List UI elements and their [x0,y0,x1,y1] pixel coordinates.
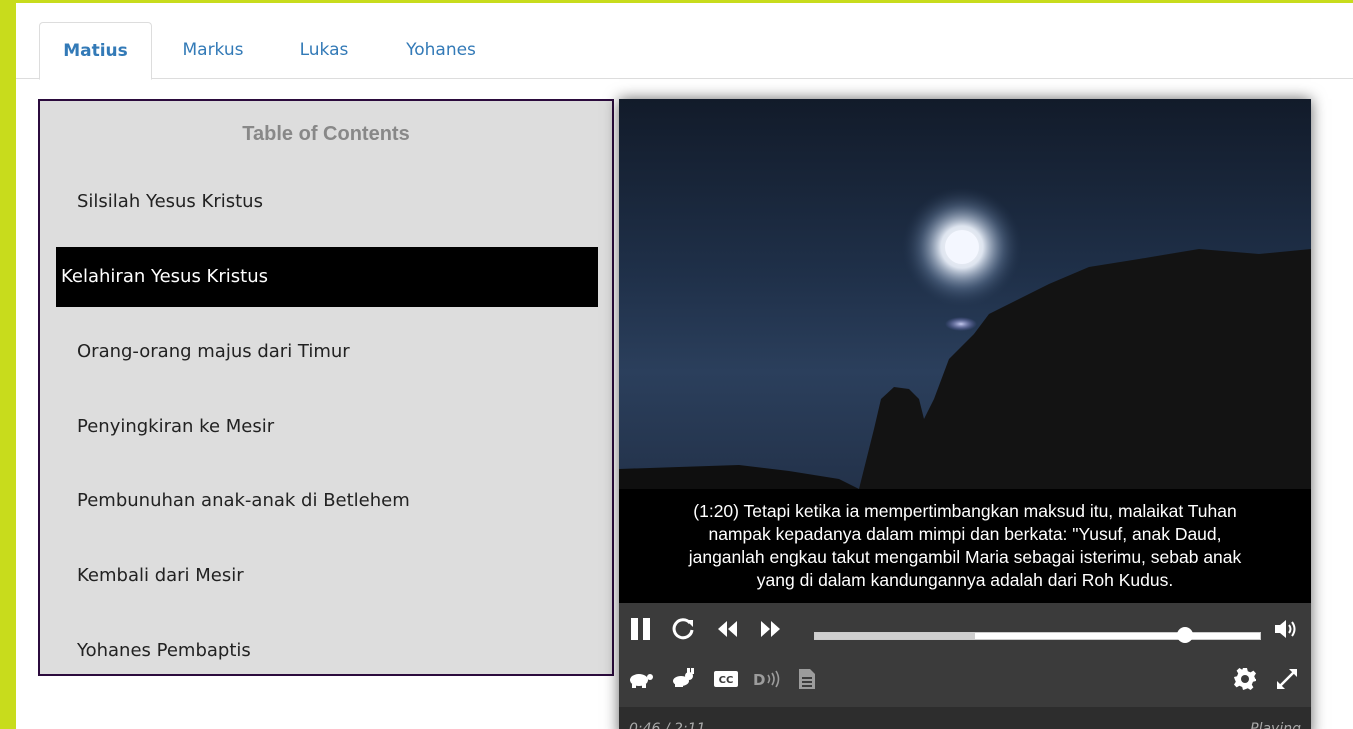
seek-handle[interactable] [1177,627,1193,643]
player-controls: CC D [619,603,1311,707]
transcript-icon [799,669,815,689]
turtle-icon [630,674,653,688]
video-frame[interactable] [619,99,1311,489]
audio-description-button[interactable]: D [751,665,785,693]
tab-markus[interactable]: Markus [166,22,260,79]
forward-button[interactable] [756,615,784,643]
caption-line: nampak kepadanya dalam mimpi dan berkata… [708,524,1222,544]
pause-icon [631,618,650,640]
fullscreen-button[interactable] [1273,665,1301,693]
slower-button[interactable] [627,665,655,693]
ground-silhouette [619,465,859,489]
video-scene [619,187,1311,489]
faster-button[interactable] [669,665,697,693]
svg-text:D: D [753,671,765,689]
volume-button[interactable] [1271,615,1301,643]
gear-icon [1234,668,1256,690]
rabbit-icon [673,668,694,687]
tab-matius[interactable]: Matius [39,22,152,80]
seek-buffered [815,633,976,639]
toc-item-silsilah[interactable]: Silsilah Yesus Kristus [56,172,598,232]
transcript-button[interactable] [795,665,819,693]
caption-line: yang di dalam kandungannya adalah dari R… [756,570,1174,590]
time-display: 0:46 / 2:11 [629,721,706,729]
playback-status: Playing [1250,721,1301,729]
sun [945,230,979,264]
restart-button[interactable] [669,615,697,643]
fullscreen-icon [1277,669,1297,689]
rewind-button[interactable] [714,615,742,643]
restart-icon [672,618,694,640]
lens-flare [945,317,977,331]
caption-text: (1:20) Tetapi ketika ia mempertimbangkan… [619,489,1311,603]
page: Matius Markus Lukas Yohanes Table of Con… [16,3,1353,729]
table-of-contents: Table of Contents Silsilah Yesus Kristus… [38,99,614,676]
captions-button[interactable]: CC [711,665,741,693]
cc-icon: CC [714,671,738,687]
tab-lukas[interactable]: Lukas [284,22,364,79]
toc-title: Table of Contents [242,123,410,145]
settings-button[interactable] [1231,665,1259,693]
audio-description-icon: D [753,670,780,689]
toc-item-penyingkiran[interactable]: Penyingkiran ke Mesir [56,397,598,457]
toc-item-yohanes-pembaptis[interactable]: Yohanes Pembaptis [56,621,598,681]
svg-text:CC: CC [719,675,734,686]
tab-yohanes[interactable]: Yohanes [388,22,494,79]
forward-icon [761,621,780,637]
toc-item-kembali[interactable]: Kembali dari Mesir [56,546,598,606]
player-status-bar: 0:46 / 2:11 Playing [619,707,1311,729]
pause-button[interactable] [627,615,655,643]
toc-item-pembunuhan[interactable]: Pembunuhan anak-anak di Betlehem [56,471,598,531]
seek-bar[interactable] [814,632,1261,640]
volume-icon [1275,620,1296,638]
book-tabs: Matius Markus Lukas Yohanes [16,3,1353,80]
rewind-icon [718,621,737,637]
caption-line: (1:20) Tetapi ketika ia mempertimbangkan… [693,501,1237,521]
caption-line: janganlah engkau takut mengambil Maria s… [688,547,1242,567]
toc-item-orang-majus[interactable]: Orang-orang majus dari Timur [56,322,598,382]
video-player: (1:20) Tetapi ketika ia mempertimbangkan… [619,99,1311,729]
toc-item-kelahiran[interactable]: Kelahiran Yesus Kristus [56,247,598,307]
